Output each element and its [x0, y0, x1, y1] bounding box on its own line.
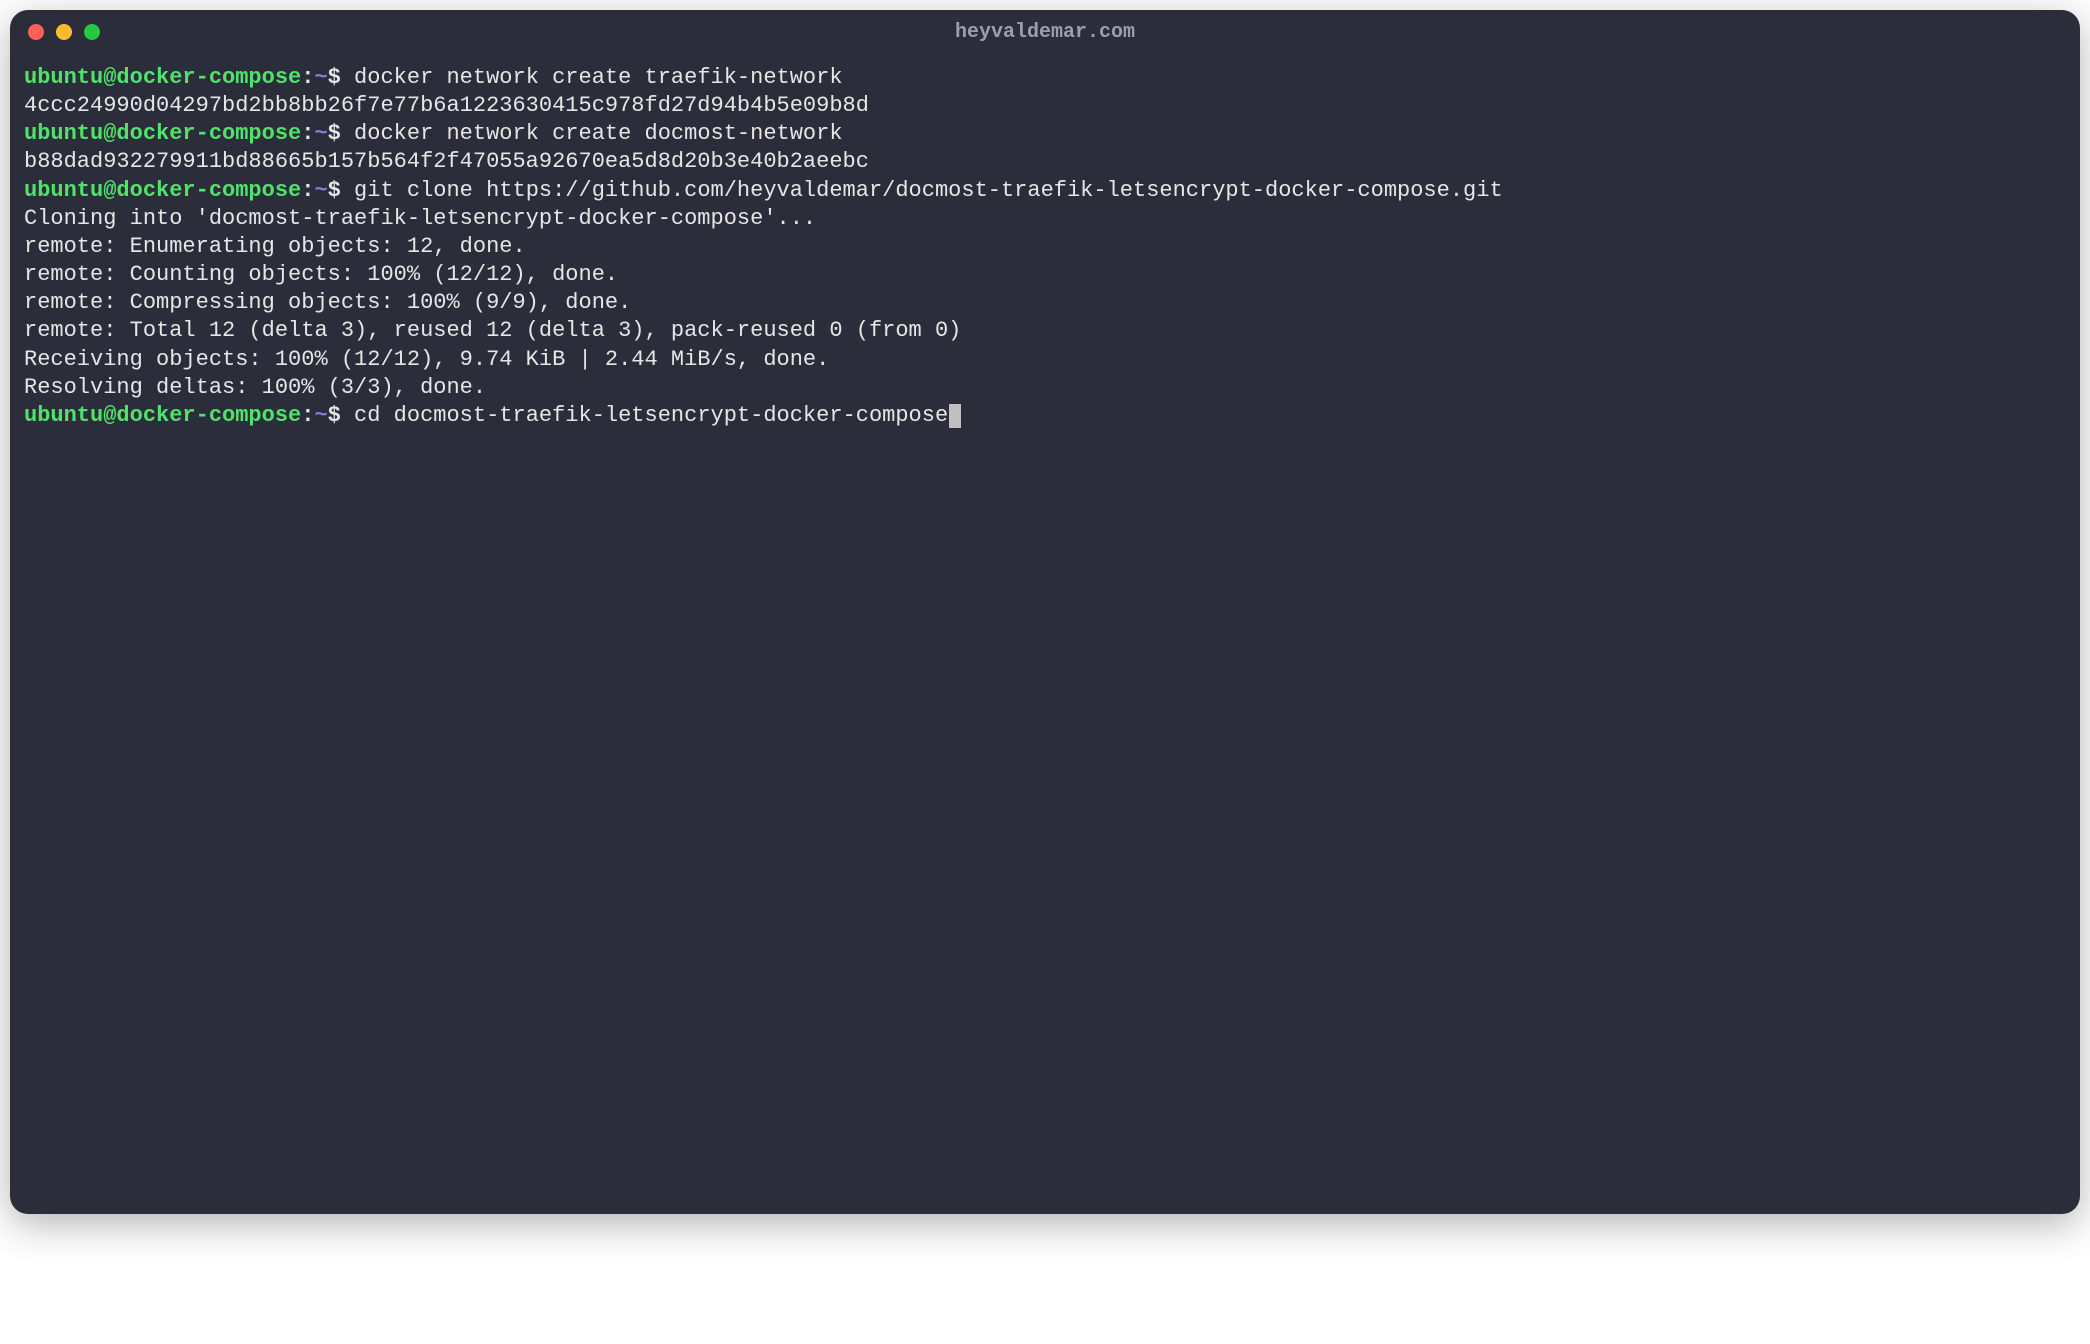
window-title: heyvaldemar.com — [10, 21, 2080, 44]
output-text: Cloning into 'docmost-traefik-letsencryp… — [24, 206, 816, 231]
terminal-body[interactable]: ubuntu@docker-compose:~$ docker network … — [10, 54, 2080, 1214]
terminal-prompt-line: ubuntu@docker-compose:~$ docker network … — [24, 64, 2066, 92]
prompt-dollar: $ — [328, 403, 341, 428]
prompt-user-host: ubuntu@docker-compose — [24, 178, 301, 203]
output-text: b88dad932279911bd88665b157b564f2f47055a9… — [24, 149, 869, 174]
terminal-prompt-line: ubuntu@docker-compose:~$ cd docmost-trae… — [24, 402, 2066, 430]
prompt-path: ~ — [314, 178, 327, 203]
output-text: Receiving objects: 100% (12/12), 9.74 Ki… — [24, 347, 829, 372]
prompt-user-host: ubuntu@docker-compose — [24, 65, 301, 90]
traffic-lights — [28, 24, 100, 40]
terminal-output-line: b88dad932279911bd88665b157b564f2f47055a9… — [24, 148, 2066, 176]
output-text: Resolving deltas: 100% (3/3), done. — [24, 375, 486, 400]
output-text: remote: Counting objects: 100% (12/12), … — [24, 262, 618, 287]
close-icon[interactable] — [28, 24, 44, 40]
terminal-output-line: Resolving deltas: 100% (3/3), done. — [24, 374, 2066, 402]
prompt-command: git clone https://github.com/heyvaldemar… — [341, 178, 1503, 203]
output-text: remote: Total 12 (delta 3), reused 12 (d… — [24, 318, 961, 343]
terminal-output-line: 4ccc24990d04297bd2bb8bb26f7e77b6a1223630… — [24, 92, 2066, 120]
cursor-icon — [949, 404, 961, 428]
prompt-user-host: ubuntu@docker-compose — [24, 403, 301, 428]
terminal-output-line: remote: Enumerating objects: 12, done. — [24, 233, 2066, 261]
prompt-path: ~ — [314, 403, 327, 428]
prompt-colon: : — [301, 65, 314, 90]
title-bar[interactable]: heyvaldemar.com — [10, 10, 2080, 54]
terminal-output-line: Receiving objects: 100% (12/12), 9.74 Ki… — [24, 346, 2066, 374]
terminal-prompt-line: ubuntu@docker-compose:~$ git clone https… — [24, 177, 2066, 205]
prompt-colon: : — [301, 121, 314, 146]
prompt-colon: : — [301, 403, 314, 428]
prompt-dollar: $ — [328, 65, 341, 90]
prompt-command: docker network create docmost-network — [341, 121, 843, 146]
prompt-colon: : — [301, 178, 314, 203]
prompt-dollar: $ — [328, 121, 341, 146]
terminal-output-line: remote: Compressing objects: 100% (9/9),… — [24, 289, 2066, 317]
output-text: 4ccc24990d04297bd2bb8bb26f7e77b6a1223630… — [24, 93, 869, 118]
prompt-path: ~ — [314, 65, 327, 90]
output-text: remote: Compressing objects: 100% (9/9),… — [24, 290, 631, 315]
maximize-icon[interactable] — [84, 24, 100, 40]
terminal-output-line: remote: Counting objects: 100% (12/12), … — [24, 261, 2066, 289]
terminal-output-line: remote: Total 12 (delta 3), reused 12 (d… — [24, 317, 2066, 345]
terminal-window: heyvaldemar.com ubuntu@docker-compose:~$… — [10, 10, 2080, 1214]
prompt-command: docker network create traefik-network — [341, 65, 843, 90]
prompt-command: cd docmost-traefik-letsencrypt-docker-co… — [341, 403, 948, 428]
prompt-user-host: ubuntu@docker-compose — [24, 121, 301, 146]
prompt-path: ~ — [314, 121, 327, 146]
minimize-icon[interactable] — [56, 24, 72, 40]
prompt-dollar: $ — [328, 178, 341, 203]
terminal-prompt-line: ubuntu@docker-compose:~$ docker network … — [24, 120, 2066, 148]
output-text: remote: Enumerating objects: 12, done. — [24, 234, 526, 259]
terminal-output-line: Cloning into 'docmost-traefik-letsencryp… — [24, 205, 2066, 233]
